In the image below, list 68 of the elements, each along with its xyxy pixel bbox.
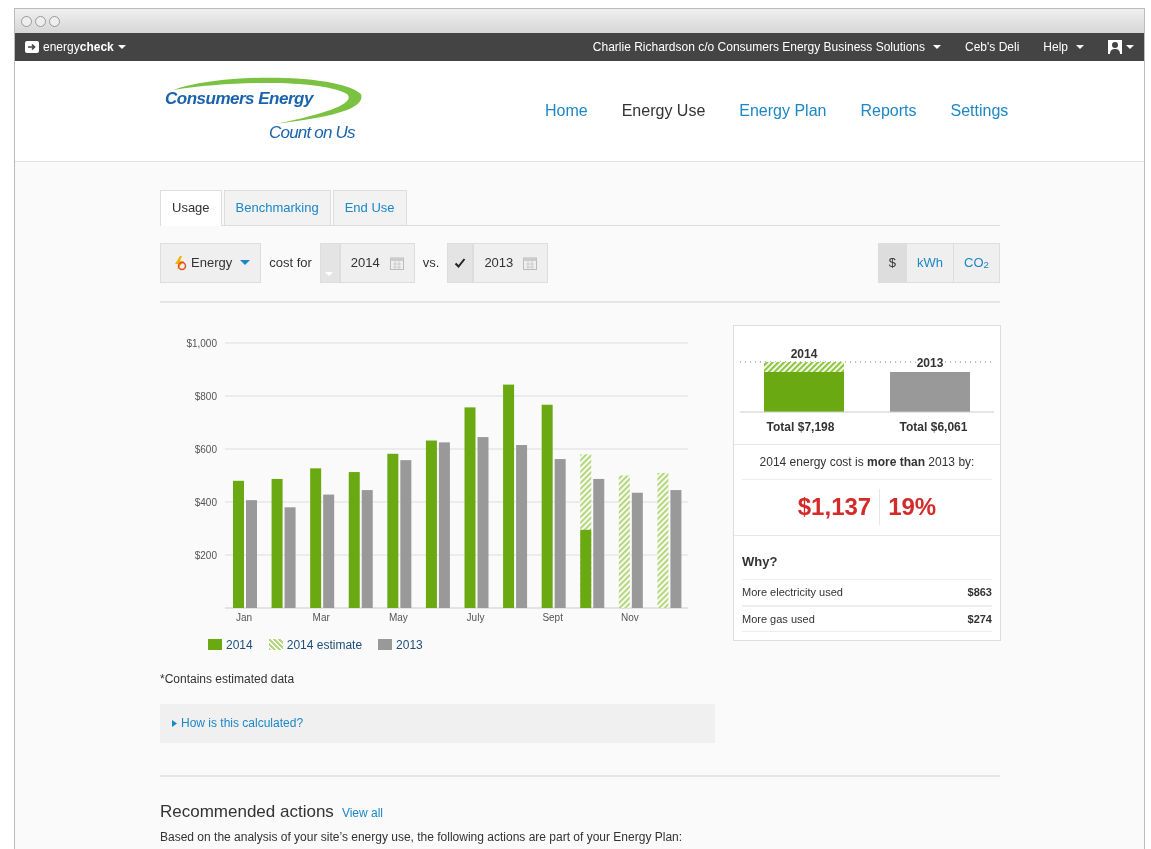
totals-bar-drawing: 2014 2013 [734,325,1000,414]
logo-text: Consumers Energy [165,88,313,110]
nav-link[interactable]: Home [545,99,588,123]
energy-dropdown[interactable]: Energy [160,242,262,283]
comparison-text: 2014 energy cost is more than 2013 by: [742,444,992,480]
axis-label: July [466,611,485,623]
legend-item: 2013 [378,635,423,654]
caret-icon [933,45,941,49]
year-picker[interactable]: 2013 [473,242,549,283]
percent-difference: 19% [887,492,937,522]
energy-label: Energy [191,253,233,272]
nav-link[interactable]: Energy Use [621,99,706,123]
year-toggle[interactable] [319,242,340,283]
vs-label: vs. [422,253,440,272]
help-menu[interactable]: Help [1043,38,1068,56]
cost-for-label: cost for [269,253,312,272]
footnote: *Contains estimated data [160,670,296,688]
calculation-link[interactable]: How is this calculated? [181,714,304,732]
window-button[interactable] [21,15,32,27]
axis-label: Nov [620,611,639,623]
app-menu[interactable]: energycheck [43,38,114,56]
compare-checkbox[interactable] [447,242,474,283]
calendar-icon [523,255,538,270]
unit-button[interactable]: $ [877,242,908,283]
axis-label: Jan [235,611,253,623]
caret-icon [1126,45,1134,49]
axis-label: $400 [194,496,217,508]
nav-link[interactable]: Settings [950,99,1009,123]
why-heading: Why? [742,552,779,571]
calendar-icon [389,255,404,270]
cost-difference: $1,137 [797,489,881,525]
axis-label: Mar [312,611,330,623]
caret-icon [117,45,126,49]
window-button[interactable] [49,15,60,27]
reason-amount: $274 [967,611,992,627]
axis-label: $1,000 [186,337,217,349]
caret-icon [1076,45,1084,49]
window-button[interactable] [35,15,46,27]
account-menu[interactable]: Charlie Richardson c/o Consumers Energy Business Solutions [592,38,925,56]
axis-label: $600 [194,443,217,455]
site-link[interactable]: Ceb's Deli [965,38,1020,56]
reason-label: More electricity used [742,585,843,600]
year-picker[interactable]: 2014 [339,242,415,283]
unit-button[interactable]: CO$_{2}$ [954,242,1000,283]
total-label: Total $7,198 [766,418,835,436]
description-text: Based on the analysis of your site’s energy use, the following actions are part of your Energy Plan: [160,829,684,846]
tab[interactable]: Usage [160,190,222,226]
legend-item: 2014 estimate [268,635,363,654]
view-all-link[interactable]: View all [341,803,383,822]
user-icon[interactable] [1108,40,1122,54]
logo-icon [25,41,39,53]
axis-label: $200 [194,549,217,561]
nav-link[interactable]: Energy Plan [739,99,827,123]
section-title: Recommended actions [160,800,334,823]
legend-item: 2014 [208,635,253,654]
reason-label: More gas used [742,611,815,627]
reason-amount: $863 [967,585,992,600]
unit-button[interactable]: kWh [907,242,955,283]
total-label: Total $6,061 [899,418,968,436]
tab[interactable]: End Use [332,190,407,225]
axis-label: $800 [194,390,217,402]
check-icon [454,256,467,269]
logo-tagline: Count on Us [269,122,355,144]
axis-label: Sept [542,611,563,623]
tab[interactable]: Benchmarking [223,190,331,225]
caret-icon [172,719,177,727]
nav-link[interactable]: Reports [860,99,917,123]
axis-label: May [388,611,408,623]
